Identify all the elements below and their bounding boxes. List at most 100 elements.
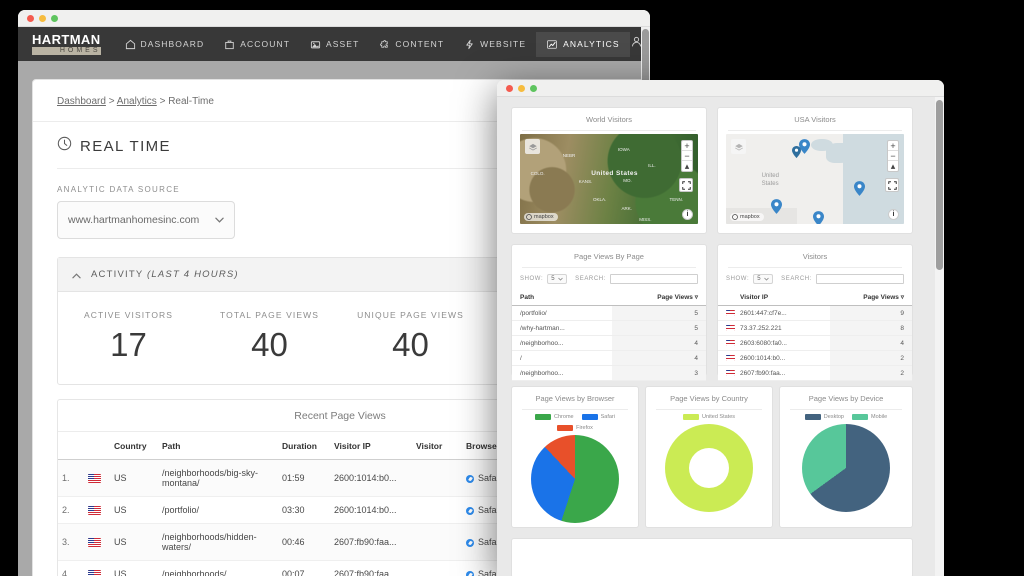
pages-search-input[interactable] [610,274,698,284]
col-visitor[interactable]: Visitor [412,431,462,460]
map-layers-button[interactable] [525,139,540,154]
col-country[interactable]: Country [110,431,158,460]
nav-item-dashboard[interactable]: DASHBOARD [115,32,215,57]
map-compass-button[interactable]: ▴ [682,161,692,171]
row-duration: 00:07 [278,560,330,576]
legend-item[interactable]: United States [682,414,735,420]
legend-item[interactable]: Mobile [851,414,887,420]
table-row[interactable]: /neighborhoo... 3 [512,365,706,381]
map-pin[interactable] [813,211,825,224]
breadcrumb-dashboard[interactable]: Dashboard [57,96,106,107]
maximize-window-button[interactable] [530,84,537,92]
table-row[interactable]: /portfolio/5 [512,305,706,321]
brand-logo[interactable]: HARTMAN HOMES [32,33,101,55]
legend-item[interactable]: Firefox [557,425,593,431]
window2-titlebar[interactable] [497,80,944,97]
close-window-button[interactable] [27,14,34,22]
legend-label: Desktop [823,414,844,420]
map-zoom-out-button[interactable]: − [888,151,898,161]
col-path[interactable]: Path [158,431,278,460]
window2-scrollbar-thumb[interactable] [936,100,943,270]
table-row[interactable]: 2600:1014:b0... 2 [718,350,912,366]
col-page-views[interactable]: Page Views ▿ [829,289,912,306]
map-attribution[interactable]: mapbox [524,213,558,221]
map-compass-button[interactable]: ▴ [888,161,898,171]
row-page-views: 4 [829,335,912,351]
nav-item-analytics[interactable]: ANALYTICS [536,31,630,57]
map-layers-button[interactable] [731,139,746,154]
show-entries-select[interactable]: 5 [753,274,774,284]
map-zoom-in-button[interactable]: + [682,141,692,151]
page-title: REAL TIME [80,137,171,155]
nav-item-account[interactable]: ACCOUNT [214,32,300,57]
show-entries-select[interactable]: 5 [547,274,568,284]
legend-label: Firefox [576,425,593,431]
legend-item[interactable]: Safari [581,414,615,420]
map-state-label-ill: ILL. [648,162,656,168]
nav-item-website[interactable]: WEBSITE [454,32,536,57]
table-row[interactable]: 2603:6080:fa0... 4 [718,335,912,351]
maximize-window-button[interactable] [51,14,58,22]
map-pin[interactable] [791,145,803,160]
window2-scrollbar[interactable] [935,97,944,576]
world-map[interactable]: United States NEBR IOWA ILL. COLO. KANS.… [520,134,698,224]
row-path: /neighborhoods/big-sky-montana/ [158,459,278,497]
map-zoom-controls[interactable]: + − ▴ [681,140,693,172]
minimize-window-button[interactable] [518,84,525,92]
col-page-views[interactable]: Page Views ▿ [612,289,706,306]
table-row[interactable]: /4 [512,350,706,366]
col-visitor-ip[interactable]: Visitor IP [718,289,830,306]
nav-label: ASSET [326,39,360,49]
map-zoom-in-button[interactable]: + [888,141,898,151]
map-zoom-controls[interactable]: + − ▴ [887,140,899,172]
chevron-up-icon[interactable] [72,266,81,284]
legend-item[interactable]: Chrome [535,414,574,420]
attribution-text: mapbox [534,214,554,220]
browser-pie-chart[interactable] [531,435,619,523]
next-panel-partial [511,538,913,576]
col-visitor-ip[interactable]: Visitor IP [330,431,412,460]
table-row[interactable]: /why-hartman... 5 [512,320,706,336]
visitors-search-input[interactable] [816,274,904,284]
window1-titlebar[interactable] [18,10,650,27]
sort-desc-icon: ▿ [900,294,904,301]
table-row[interactable]: 2607:fb90:faa... 2 [718,365,912,381]
row-page-views: 4 [612,350,706,366]
nav-label: DASHBOARD [140,39,205,49]
usa-map[interactable]: United States + − ▴ mapbox i [726,134,904,224]
map-fullscreen-button[interactable] [885,178,899,192]
row-page-views: 2 [829,350,912,366]
breadcrumb-analytics[interactable]: Analytics [117,96,157,107]
map-country-label: United States [761,172,779,187]
flag-icon [726,324,735,331]
table-row[interactable]: 73.37.252.221 8 [718,320,912,336]
usa-visitors-caption: USA Visitors [794,115,836,124]
minimize-window-button[interactable] [39,14,46,22]
data-source-select[interactable]: www.hartmanhomesinc.com [57,201,235,239]
row-index: 4. [58,560,84,576]
legend-label: Chrome [554,414,574,420]
flag-icon [726,369,735,376]
map-attribution[interactable]: mapbox [730,213,764,221]
col-duration[interactable]: Duration [278,431,330,460]
map-pin[interactable] [854,180,866,196]
window2-body: World Visitors United States NEBR IOWA I… [497,97,944,576]
map-zoom-out-button[interactable]: − [682,151,692,161]
table-header-row: Visitor IP Page Views ▿ [718,289,912,306]
legend-item[interactable]: Desktop [804,414,844,420]
map-state-label-mo: MO. [623,178,632,184]
nav-item-asset[interactable]: ASSET [300,32,369,57]
nav-item-content[interactable]: CONTENT [369,32,454,57]
table-row[interactable]: /neighborhoo... 4 [512,335,706,351]
chevron-down-icon [215,214,224,226]
map-info-button[interactable]: i [888,209,899,220]
col-path[interactable]: Path [512,289,613,306]
map-info-button[interactable]: i [682,209,693,220]
row-country: US [110,560,158,576]
map-fullscreen-button[interactable] [679,178,693,192]
table-row[interactable]: 2601:447:cf7e... 9 [718,305,912,321]
device-pie-chart[interactable] [802,424,890,512]
flag-icon [88,474,101,484]
map-pin[interactable] [770,198,782,214]
close-window-button[interactable] [506,84,513,92]
